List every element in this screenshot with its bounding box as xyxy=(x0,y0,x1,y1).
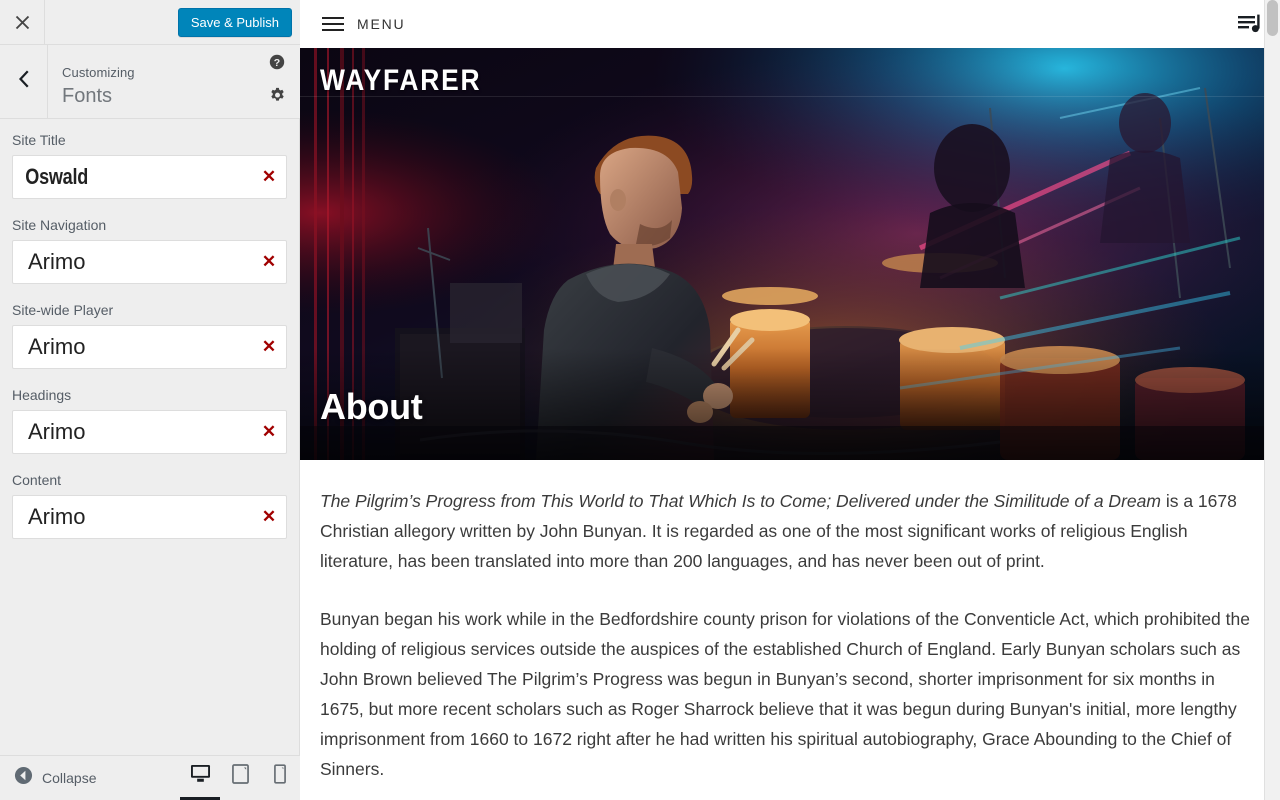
site-preview-pane: MENU WAYFARER About The Pilgrim’s Progre… xyxy=(300,0,1280,800)
hero-image xyxy=(300,48,1280,460)
clear-site-title[interactable]: ✕ xyxy=(252,156,286,198)
site-title-logo[interactable]: WAYFARER xyxy=(320,64,481,98)
site-navbar: MENU xyxy=(300,0,1280,48)
hamburger-icon xyxy=(322,16,344,31)
font-value: Arimo xyxy=(28,249,86,274)
paragraph-1: The Pilgrim’s Progress from This World t… xyxy=(320,486,1258,576)
collapse-button[interactable]: Collapse xyxy=(0,766,180,790)
customizer-footer: Collapse xyxy=(0,755,300,800)
font-value: Arimo xyxy=(28,419,86,444)
page-content: The Pilgrim’s Progress from This World t… xyxy=(300,460,1280,784)
customizer-topbar: Save & Publish xyxy=(0,0,300,45)
control-label: Content xyxy=(12,472,62,488)
menu-button[interactable]: MENU xyxy=(300,16,405,32)
save-and-publish-button[interactable]: Save & Publish xyxy=(177,8,292,37)
playlist-music-icon xyxy=(1236,14,1264,41)
clear-headings[interactable]: ✕ xyxy=(252,411,286,453)
control-label: Site Navigation xyxy=(12,217,107,233)
customizer-screen: Save & Publish Customizing Fonts ? Site … xyxy=(0,0,1280,800)
font-select-site-title[interactable]: Oswald ✕ xyxy=(12,155,287,199)
menu-label: MENU xyxy=(357,15,406,32)
collapse-arrow-icon xyxy=(14,766,33,790)
section-header: Customizing Fonts ? xyxy=(0,45,300,119)
desktop-icon xyxy=(190,764,211,788)
clear-site-wide-player[interactable]: ✕ xyxy=(252,326,286,368)
control-headings: Headings Arimo ✕ xyxy=(12,386,287,454)
clear-content[interactable]: ✕ xyxy=(252,496,286,538)
font-value: Arimo xyxy=(28,504,86,529)
font-value: Arimo xyxy=(28,334,86,359)
font-value: Oswald xyxy=(25,164,88,189)
control-site-navigation: Site Navigation Arimo ✕ xyxy=(12,216,287,284)
control-site-wide-player: Site-wide Player Arimo ✕ xyxy=(12,301,287,369)
control-content: Content Arimo ✕ xyxy=(12,471,287,539)
playlist-button[interactable] xyxy=(1236,11,1264,37)
control-label: Site-wide Player xyxy=(12,302,114,318)
font-select-site-navigation[interactable]: Arimo ✕ xyxy=(12,240,287,284)
control-label: Headings xyxy=(12,387,72,403)
tablet-icon xyxy=(231,763,249,789)
close-customizer-button[interactable] xyxy=(0,0,45,44)
gear-icon[interactable] xyxy=(269,87,286,109)
font-select-headings[interactable]: Arimo ✕ xyxy=(12,410,287,454)
help-circle-icon[interactable]: ? xyxy=(269,54,285,75)
font-select-site-wide-player[interactable]: Arimo ✕ xyxy=(12,325,287,369)
close-icon xyxy=(15,15,30,30)
control-label: Site Title xyxy=(12,132,66,148)
font-controls-list: Site Title Oswald ✕ Site Navigation Arim… xyxy=(0,119,299,761)
back-button[interactable] xyxy=(0,45,48,118)
customizer-sidebar: Save & Publish Customizing Fonts ? Site … xyxy=(0,0,300,800)
mobile-icon xyxy=(274,763,286,789)
preview-scrollbar[interactable] xyxy=(1264,0,1280,800)
hero-banner: WAYFARER About xyxy=(300,48,1280,460)
breadcrumb: Customizing xyxy=(62,64,135,80)
clear-site-navigation[interactable]: ✕ xyxy=(252,241,286,283)
svg-text:?: ? xyxy=(274,57,280,69)
page-title: Fonts xyxy=(62,84,113,107)
page-heading: About xyxy=(320,386,423,427)
device-tablet-button[interactable] xyxy=(220,756,260,800)
book-title-italic: The Pilgrim’s Progress from This World t… xyxy=(320,491,1161,511)
device-mobile-button[interactable] xyxy=(260,756,300,800)
collapse-label: Collapse xyxy=(42,770,97,786)
chevron-left-icon xyxy=(17,70,30,93)
device-desktop-button[interactable] xyxy=(180,756,220,800)
control-site-title: Site Title Oswald ✕ xyxy=(12,131,287,199)
paragraph-2: Bunyan began his work while in the Bedfo… xyxy=(320,609,1250,779)
font-select-content[interactable]: Arimo ✕ xyxy=(12,495,287,539)
scrollbar-thumb[interactable] xyxy=(1267,0,1278,36)
device-preview-switcher xyxy=(180,756,300,800)
